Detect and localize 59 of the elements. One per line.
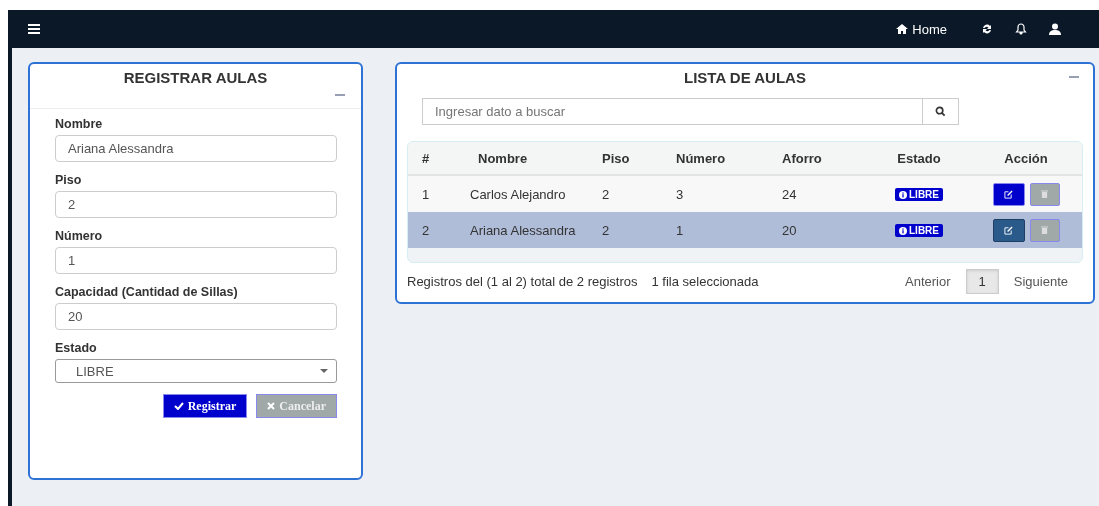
column-header: Aforro: [782, 150, 822, 166]
status-badge: LIBRE: [895, 188, 943, 201]
previous-link[interactable]: Anterior: [890, 274, 966, 289]
table-cell: 2: [602, 186, 610, 202]
field-label: Capacidad (Cantidad de Sillas): [55, 285, 239, 299]
table-cell: 1: [422, 186, 430, 202]
card-title: LISTA DE AULAS: [684, 69, 806, 86]
edit-icon: [1004, 225, 1013, 235]
status-badge: LIBRE: [895, 224, 943, 237]
selection-info: 1 fila seleccionada: [651, 274, 759, 289]
input-field[interactable]: 2: [55, 191, 337, 218]
card-title: REGISTRAR AULAS: [123, 69, 268, 88]
field-label: Piso: [55, 173, 83, 187]
bell-icon[interactable]: [1015, 23, 1027, 35]
column-header: #: [422, 150, 430, 166]
info-icon: [899, 226, 907, 235]
page-button[interactable]: 1: [965, 269, 999, 294]
table-cell: 2: [422, 222, 430, 238]
trash-icon: [1041, 190, 1048, 198]
trash-icon: [1041, 226, 1048, 234]
records-info: Registros del (1 al 2) total de 2 registros: [407, 274, 638, 289]
edit-button[interactable]: [992, 218, 1025, 242]
column-header: Nombre: [478, 150, 528, 166]
search-icon: [935, 106, 946, 117]
menu-icon[interactable]: [28, 24, 40, 34]
field-label: Nombre: [55, 117, 104, 131]
table-row[interactable]: 2 Ariana Alessandra 2 1 20 LIBRE: [408, 212, 1082, 248]
column-header: Estado: [897, 150, 941, 166]
info-icon: [899, 190, 907, 199]
column-header: Acción: [1004, 150, 1048, 166]
table-cell: 20: [782, 222, 797, 238]
close-icon: [267, 402, 276, 410]
field-label: Número: [55, 229, 104, 243]
check-icon: [173, 402, 184, 410]
table-cell: 2: [602, 222, 610, 238]
table-row[interactable]: 1 Carlos Alejandro 2 3 24 LIBRE: [408, 176, 1082, 212]
caret-icon: [320, 369, 328, 373]
home-link[interactable]: Home: [896, 21, 947, 37]
user-icon[interactable]: [1049, 23, 1061, 35]
column-header: Piso: [602, 150, 630, 166]
table-cell: Carlos Alejandro: [470, 186, 566, 202]
table-cell: 1: [676, 222, 684, 238]
refresh-icon[interactable]: [981, 23, 993, 35]
table-cell: Ariana Alessandra: [470, 222, 576, 238]
house-icon: [896, 24, 909, 34]
register-button[interactable]: Registrar: [162, 394, 248, 418]
select-field[interactable]: LIBRE: [55, 359, 337, 383]
input-field[interactable]: Ariana Alessandra: [55, 135, 337, 162]
input-field[interactable]: 20: [55, 303, 337, 330]
edit-button[interactable]: [992, 182, 1025, 206]
field-label: Estado: [55, 341, 98, 355]
next-link[interactable]: Siguiente: [998, 274, 1083, 289]
search-field[interactable]: Ingresar dato a buscar: [422, 98, 922, 125]
edit-icon: [1004, 189, 1013, 199]
input-field[interactable]: 1: [55, 247, 337, 274]
column-header: Número: [676, 150, 726, 166]
table-cell: 3: [676, 186, 684, 202]
search-button[interactable]: [922, 98, 959, 125]
table-cell: 24: [782, 186, 797, 202]
